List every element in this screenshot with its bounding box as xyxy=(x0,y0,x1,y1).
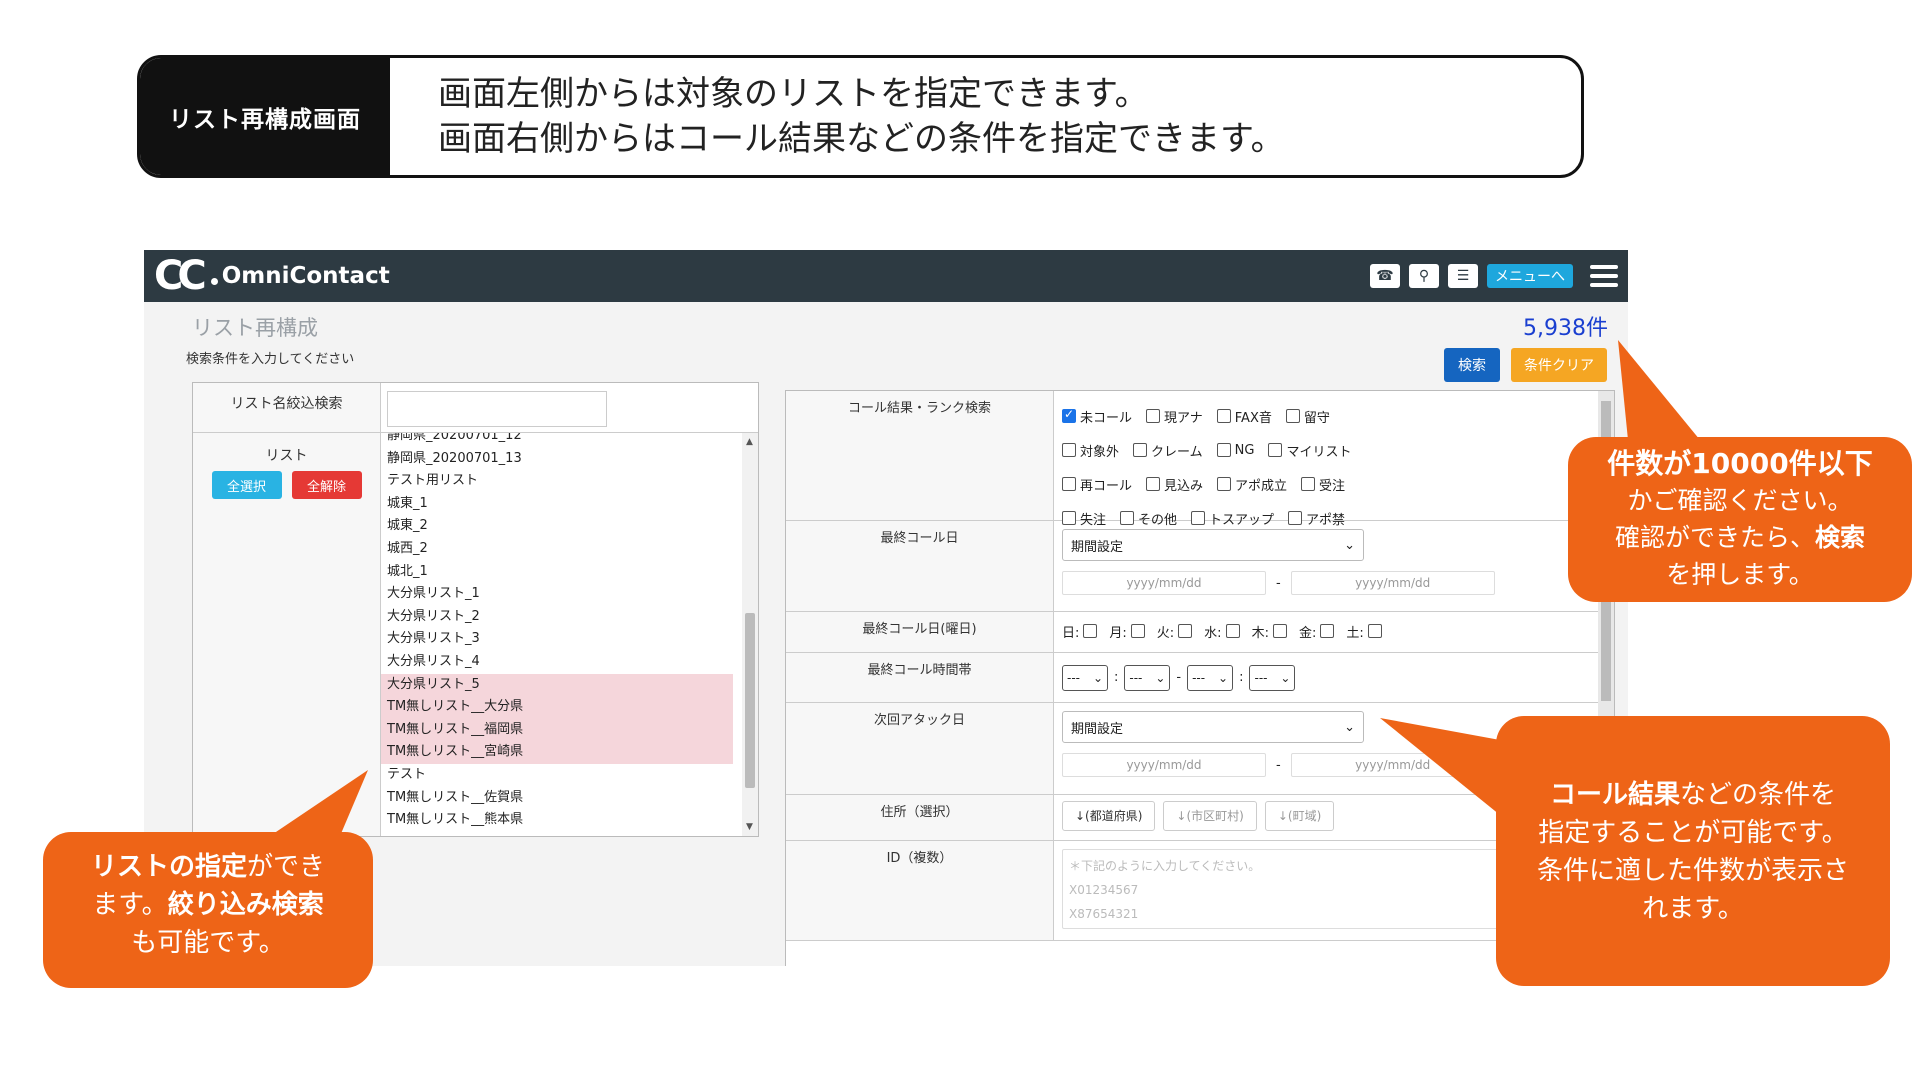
conditions-callout-line-3: 条件に適した件数が表示さ xyxy=(1536,856,1849,886)
count-callout-line-3: 確認ができたら、検索 xyxy=(1568,519,1912,556)
slide: リスト再構成画面 画面左側からは対象のリストを指定できます。 画面右側からはコー… xyxy=(0,0,1920,1080)
count-callout-line-3b: 検索 xyxy=(1815,523,1866,552)
count-callout-title: 件数が10000件以下 xyxy=(1607,447,1873,480)
list-callout-line-2a: ます。 xyxy=(92,890,168,920)
list-callout-pointer xyxy=(270,770,368,836)
conditions-callout-line-2: 指定することが可能です。 xyxy=(1538,818,1848,848)
list-callout-bold-2: 絞り込み検索 xyxy=(167,890,324,920)
conditions-callout: コール結果などの条件を 指定することが可能です。 条件に適した件数が表示さ れま… xyxy=(1496,716,1890,986)
list-callout: リストの指定ができ ます。絞り込み検索 も可能です。 xyxy=(43,832,373,988)
conditions-callout-line-4: れます。 xyxy=(1642,894,1744,924)
list-callout-line-3: も可能です。 xyxy=(131,928,285,958)
conditions-callout-bold: コール結果 xyxy=(1549,780,1680,810)
list-callout-rest-1: ができ xyxy=(247,852,326,882)
count-callout-line-4: を押します。 xyxy=(1666,560,1814,589)
count-callout: 件数が10000件以下 かご確認ください。 確認ができたら、検索 を押します。 xyxy=(1568,437,1912,602)
list-callout-bold-1: リストの指定 xyxy=(90,852,247,882)
count-callout-pointer xyxy=(1618,340,1700,440)
list-callout-line-1: リストの指定ができ xyxy=(43,848,373,886)
conditions-callout-line-1: コール結果などの条件を xyxy=(1496,776,1890,814)
list-callout-line-2: ます。絞り込み検索 xyxy=(43,886,373,924)
conditions-callout-pointer xyxy=(1380,718,1500,815)
conditions-callout-rest: などの条件を xyxy=(1680,780,1837,810)
count-callout-line-2: かご確認ください。 xyxy=(1627,486,1853,515)
count-callout-line-3a: 確認ができたら、 xyxy=(1614,523,1815,552)
